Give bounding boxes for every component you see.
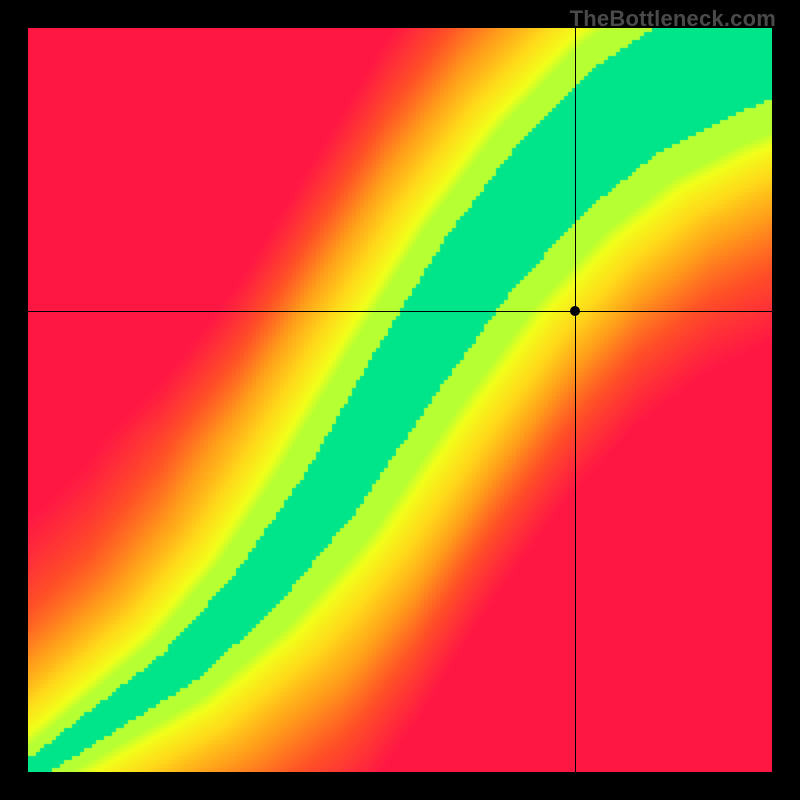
heatmap-canvas [28, 28, 772, 772]
heatmap-plot [28, 28, 772, 772]
chart-frame: TheBottleneck.com [0, 0, 800, 800]
